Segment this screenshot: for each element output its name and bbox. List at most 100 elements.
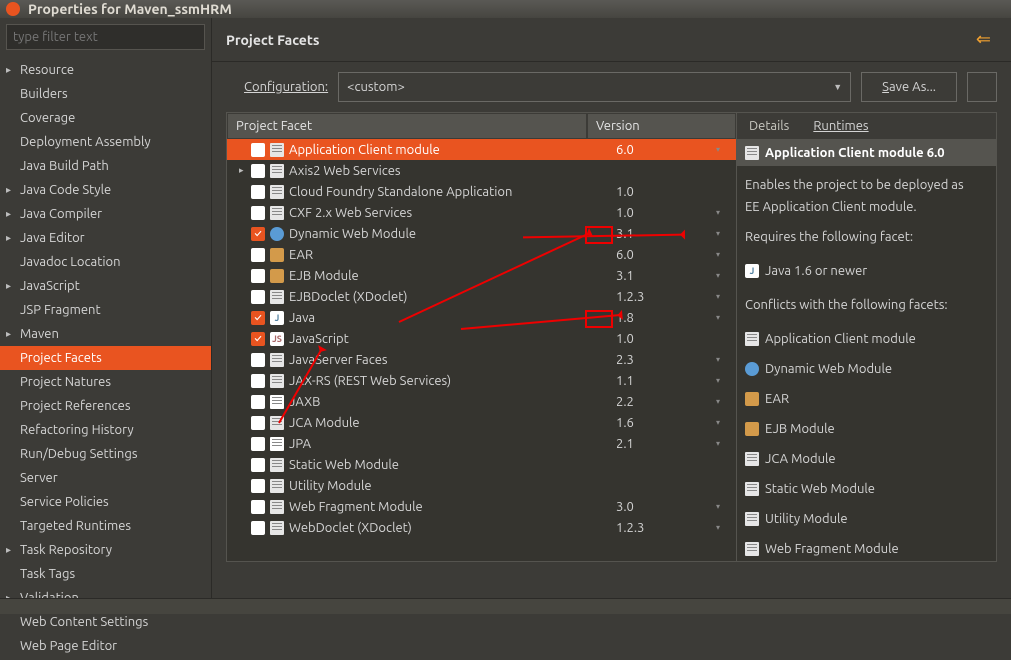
facet-name: JAXB bbox=[289, 395, 616, 409]
facet-row[interactable]: JAXB2.2▾ bbox=[227, 391, 736, 412]
tab-details[interactable]: Details bbox=[737, 113, 801, 139]
sidebar-item[interactable]: Builders bbox=[0, 82, 211, 106]
facet-row[interactable]: Static Web Module bbox=[227, 454, 736, 475]
facet-row[interactable]: Web Fragment Module3.0▾ bbox=[227, 496, 736, 517]
sidebar-item[interactable]: Task Tags bbox=[0, 562, 211, 586]
sidebar-tree: ResourceBuildersCoverageDeployment Assem… bbox=[0, 56, 211, 660]
checkbox[interactable] bbox=[251, 206, 265, 220]
sidebar-item[interactable]: Maven bbox=[0, 322, 211, 346]
checkbox[interactable] bbox=[251, 269, 265, 283]
page-title: Project Facets bbox=[226, 32, 320, 48]
checkbox[interactable] bbox=[251, 500, 265, 514]
dropdown-icon[interactable]: ▾ bbox=[716, 376, 736, 385]
checkbox[interactable] bbox=[251, 143, 265, 157]
filter-input[interactable] bbox=[6, 24, 205, 50]
checkbox[interactable] bbox=[251, 395, 265, 409]
sidebar-item[interactable]: Targeted Runtimes bbox=[0, 514, 211, 538]
detail-desc: EE Application Client module. bbox=[745, 196, 988, 218]
facet-row[interactable]: Application Client module6.0▾ bbox=[227, 139, 736, 160]
facet-name: JavaScript bbox=[289, 332, 616, 346]
dropdown-icon[interactable]: ▾ bbox=[716, 208, 736, 217]
checkbox[interactable] bbox=[251, 437, 265, 451]
dropdown-icon[interactable]: ▾ bbox=[716, 355, 736, 364]
dropdown-icon[interactable]: ▾ bbox=[716, 313, 736, 322]
facet-row[interactable]: EAR6.0▾ bbox=[227, 244, 736, 265]
facet-row[interactable]: ✓ JS JavaScript1.0 bbox=[227, 328, 736, 349]
facet-row[interactable]: ▸Axis2 Web Services bbox=[227, 160, 736, 181]
checkbox[interactable]: ✓ bbox=[251, 332, 265, 346]
sidebar-item[interactable]: Project Natures bbox=[0, 370, 211, 394]
facet-row[interactable]: ✓JJava1.8▾ bbox=[227, 307, 736, 328]
sidebar-item[interactable]: Deployment Assembly bbox=[0, 130, 211, 154]
extra-button[interactable] bbox=[967, 72, 997, 102]
main-header: Project Facets ⇐ bbox=[212, 18, 1011, 62]
checkbox[interactable] bbox=[251, 353, 265, 367]
dropdown-icon[interactable]: ▾ bbox=[716, 145, 736, 154]
checkbox[interactable] bbox=[251, 479, 265, 493]
facet-name: Cloud Foundry Standalone Application bbox=[289, 185, 616, 199]
sidebar-item[interactable]: Run/Debug Settings bbox=[0, 442, 211, 466]
sidebar-item[interactable]: Coverage bbox=[0, 106, 211, 130]
checkbox[interactable]: ✓ bbox=[251, 311, 265, 325]
sidebar-item[interactable]: Javadoc Location bbox=[0, 250, 211, 274]
sidebar-item[interactable]: Task Repository bbox=[0, 538, 211, 562]
facet-row[interactable]: CXF 2.x Web Services1.0▾ bbox=[227, 202, 736, 223]
checkbox[interactable] bbox=[251, 416, 265, 430]
config-select[interactable]: <custom> bbox=[338, 72, 851, 102]
dropdown-icon[interactable]: ▾ bbox=[716, 229, 736, 238]
col-facet[interactable]: Project Facet bbox=[227, 113, 587, 139]
checkbox[interactable] bbox=[251, 290, 265, 304]
sidebar-item[interactable]: Web Page Editor bbox=[0, 634, 211, 658]
ejb-icon bbox=[270, 269, 284, 283]
facet-version: 1.2.3 bbox=[616, 521, 716, 535]
dropdown-icon[interactable]: ▾ bbox=[716, 271, 736, 280]
sidebar-item[interactable]: Java Build Path bbox=[0, 154, 211, 178]
save-as-button[interactable]: Save As... bbox=[861, 72, 957, 102]
back-arrow-icon[interactable]: ⇐ bbox=[976, 29, 991, 50]
facet-version: 1.0 bbox=[616, 185, 716, 199]
checkbox[interactable] bbox=[251, 164, 265, 178]
annotation-box bbox=[585, 310, 613, 328]
facet-version: 3.0 bbox=[616, 500, 716, 514]
dropdown-icon[interactable]: ▾ bbox=[716, 397, 736, 406]
facet-name: JAX-RS (REST Web Services) bbox=[289, 374, 616, 388]
globe-icon bbox=[270, 227, 284, 241]
facet-row[interactable]: Cloud Foundry Standalone Application1.0 bbox=[227, 181, 736, 202]
tab-runtimes[interactable]: Runtimes bbox=[801, 113, 880, 139]
sidebar-item[interactable]: Service Policies bbox=[0, 490, 211, 514]
col-version[interactable]: Version bbox=[587, 113, 736, 139]
checkbox[interactable] bbox=[251, 185, 265, 199]
checkbox[interactable]: ✓ bbox=[251, 227, 265, 241]
facet-row[interactable]: Utility Module bbox=[227, 475, 736, 496]
sidebar-item[interactable]: Project Facets bbox=[0, 346, 211, 370]
sidebar-item[interactable]: Refactoring History bbox=[0, 418, 211, 442]
sidebar-item[interactable]: Project References bbox=[0, 394, 211, 418]
facet-row[interactable]: EJBDoclet (XDoclet)1.2.3▾ bbox=[227, 286, 736, 307]
sidebar-item[interactable]: Resource bbox=[0, 58, 211, 82]
close-icon[interactable] bbox=[6, 2, 20, 16]
sidebar-item[interactable]: Java Compiler bbox=[0, 202, 211, 226]
dropdown-icon[interactable]: ▾ bbox=[716, 523, 736, 532]
checkbox[interactable] bbox=[251, 458, 265, 472]
dropdown-icon[interactable]: ▾ bbox=[716, 439, 736, 448]
sidebar-item[interactable]: JSP Fragment bbox=[0, 298, 211, 322]
sidebar-item[interactable]: Java Code Style bbox=[0, 178, 211, 202]
dropdown-icon[interactable]: ▾ bbox=[716, 502, 736, 511]
dropdown-icon[interactable]: ▾ bbox=[716, 418, 736, 427]
facet-row[interactable]: JavaServer Faces2.3▾ bbox=[227, 349, 736, 370]
facet-row[interactable]: JPA2.1▾ bbox=[227, 433, 736, 454]
js-icon: JS bbox=[270, 332, 284, 346]
dropdown-icon[interactable]: ▾ bbox=[716, 292, 736, 301]
expand-icon[interactable]: ▸ bbox=[239, 165, 251, 176]
facet-version: 1.0 bbox=[616, 332, 716, 346]
checkbox[interactable] bbox=[251, 248, 265, 262]
facet-row[interactable]: WebDoclet (XDoclet)1.2.3▾ bbox=[227, 517, 736, 538]
sidebar-item[interactable]: Server bbox=[0, 466, 211, 490]
checkbox[interactable] bbox=[251, 374, 265, 388]
facet-row[interactable]: JCA Module1.6▾ bbox=[227, 412, 736, 433]
dropdown-icon[interactable]: ▾ bbox=[716, 250, 736, 259]
sidebar-item[interactable]: JavaScript bbox=[0, 274, 211, 298]
checkbox[interactable] bbox=[251, 521, 265, 535]
detail-title-bar: Application Client module 6.0 bbox=[737, 140, 996, 166]
sidebar-item[interactable]: Java Editor bbox=[0, 226, 211, 250]
